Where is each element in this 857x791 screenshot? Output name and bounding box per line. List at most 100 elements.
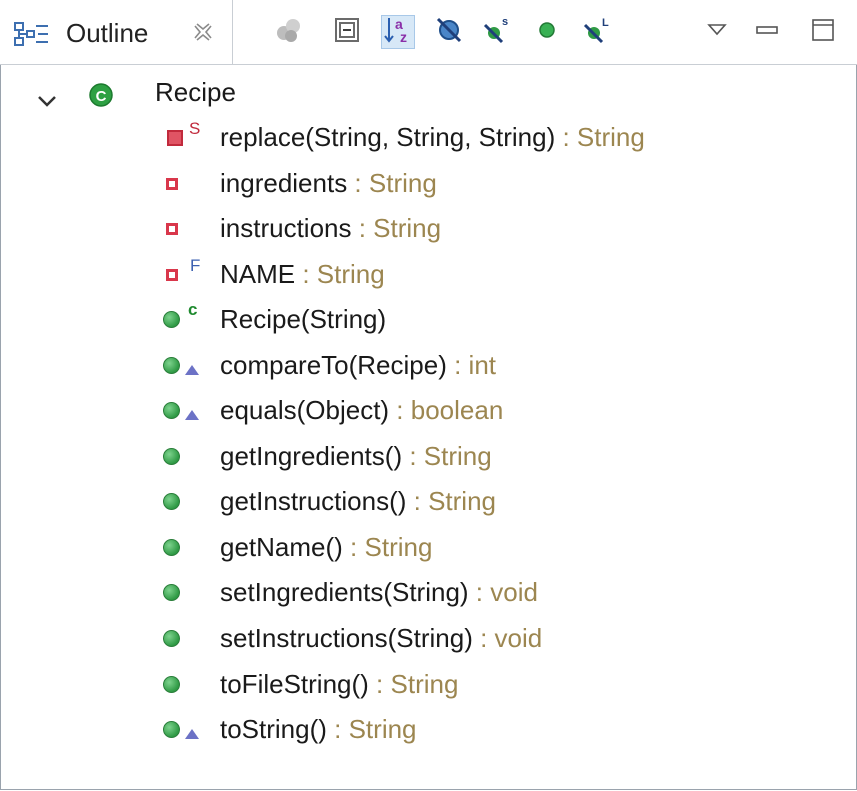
member-name: equals(Object) bbox=[220, 395, 390, 425]
member-separator: : bbox=[389, 395, 411, 425]
member-type: String bbox=[364, 532, 433, 562]
view-menu-button[interactable] bbox=[700, 15, 734, 49]
collapse-all-icon bbox=[333, 16, 361, 49]
public-method-icon bbox=[163, 584, 180, 601]
member-separator: : bbox=[347, 168, 369, 198]
public-method-icon bbox=[163, 448, 180, 465]
public-member-icon bbox=[537, 20, 557, 45]
member-separator: : bbox=[406, 486, 429, 516]
member-type: String bbox=[423, 441, 492, 471]
private-static-method-icon bbox=[167, 130, 183, 146]
public-method-icon bbox=[163, 630, 180, 647]
member-separator: : bbox=[446, 350, 469, 380]
override-icon bbox=[185, 365, 199, 375]
tree-item-constructor[interactable]: c Recipe(String) bbox=[0, 299, 857, 339]
public-method-icon bbox=[163, 493, 180, 510]
minimize-button[interactable] bbox=[750, 15, 784, 49]
public-method-icon bbox=[163, 676, 180, 693]
chevron-down-icon[interactable] bbox=[36, 82, 58, 122]
tree-item-equals[interactable]: equals(Object) : boolean bbox=[0, 390, 857, 430]
public-method-icon bbox=[163, 539, 180, 556]
tree-root-label: Recipe bbox=[155, 77, 236, 107]
outline-icon bbox=[14, 22, 50, 53]
final-badge: F bbox=[190, 256, 201, 275]
member-type: boolean bbox=[410, 395, 504, 425]
member-type: String bbox=[348, 714, 417, 744]
member-type: int bbox=[468, 350, 497, 380]
member-name: compareTo(Recipe) bbox=[220, 350, 447, 380]
constructor-badge: c bbox=[188, 300, 198, 319]
svg-text:s: s bbox=[502, 16, 508, 28]
hide-non-public-members-icon bbox=[275, 16, 303, 49]
member-separator: : bbox=[368, 669, 391, 699]
member-type: String bbox=[368, 168, 437, 198]
sort-alphabetically-button[interactable]: a z bbox=[381, 15, 415, 49]
tab-title: Outline bbox=[66, 18, 149, 48]
tree-item-name[interactable]: F NAME : String bbox=[0, 254, 857, 294]
public-method-icon bbox=[163, 357, 180, 374]
tree-item-instructions[interactable]: instructions : String bbox=[0, 208, 857, 248]
tree-item-tofilestring[interactable]: toFileString() : String bbox=[0, 664, 857, 704]
member-separator: : bbox=[326, 714, 349, 744]
member-type: String bbox=[576, 122, 645, 152]
tree-item-compareto[interactable]: compareTo(Recipe) : int bbox=[0, 345, 857, 385]
member-type: String bbox=[373, 213, 442, 243]
tree-item-ingredients[interactable]: ingredients : String bbox=[0, 163, 857, 203]
private-field-icon bbox=[166, 223, 178, 235]
override-icon bbox=[185, 729, 199, 739]
public-method-icon bbox=[163, 721, 180, 738]
member-name: setIngredients(String) bbox=[220, 577, 469, 607]
member-separator: : bbox=[342, 532, 365, 562]
member-name: getIngredients() bbox=[220, 441, 403, 471]
tree-item-setinstructions[interactable]: setInstructions(String) : void bbox=[0, 618, 857, 658]
svg-text:C: C bbox=[96, 88, 107, 105]
hide-fields-button[interactable] bbox=[432, 15, 466, 49]
member-name: replace(String, String, String) bbox=[220, 122, 556, 152]
member-name: getInstructions() bbox=[220, 486, 407, 516]
maximize-icon bbox=[811, 18, 835, 47]
member-name: setInstructions(String) bbox=[220, 623, 473, 653]
hide-non-public-button[interactable] bbox=[530, 15, 564, 49]
member-type: String bbox=[428, 486, 496, 516]
tree-item-getinstructions[interactable]: getInstructions() : String bbox=[0, 481, 857, 521]
close-icon[interactable] bbox=[192, 21, 214, 43]
hide-non-public-members-button[interactable] bbox=[272, 15, 306, 49]
hide-local-types-icon: L bbox=[582, 15, 612, 50]
tree-item-setingredients[interactable]: setIngredients(String) : void bbox=[0, 572, 857, 612]
member-name: toFileString() bbox=[220, 669, 369, 699]
private-final-field-icon bbox=[166, 269, 178, 281]
member-type: void bbox=[490, 577, 538, 607]
member-name: Recipe(String) bbox=[220, 304, 387, 334]
view-header: Outline a z s L bbox=[0, 0, 857, 65]
override-icon bbox=[185, 410, 199, 420]
hide-static-members-button[interactable]: s bbox=[480, 15, 514, 49]
member-type: void bbox=[494, 623, 543, 653]
class-icon: C bbox=[88, 79, 114, 119]
maximize-button[interactable] bbox=[806, 15, 840, 49]
member-type: String bbox=[316, 259, 385, 289]
tree-item-getname[interactable]: getName() : String bbox=[0, 527, 857, 567]
member-name: instructions bbox=[220, 213, 352, 243]
member-separator: : bbox=[472, 623, 495, 653]
member-name: NAME bbox=[220, 259, 296, 289]
collapse-all-button[interactable] bbox=[330, 15, 364, 49]
tree-item-tostring[interactable]: toString() : String bbox=[0, 709, 857, 749]
member-separator: : bbox=[468, 577, 491, 607]
hide-local-types-button[interactable]: L bbox=[580, 15, 614, 49]
member-separator: : bbox=[402, 441, 424, 471]
member-separator: : bbox=[295, 259, 317, 289]
svg-text:z: z bbox=[400, 29, 407, 45]
tree-item-replace[interactable]: S replace(String, String, String) : Stri… bbox=[0, 117, 857, 157]
member-name: toString() bbox=[220, 714, 327, 744]
member-name: ingredients bbox=[220, 168, 348, 198]
member-name: getName() bbox=[220, 532, 343, 562]
hide-static-members-icon: s bbox=[482, 15, 512, 50]
tree-item-getingredients[interactable]: getIngredients() : String bbox=[0, 436, 857, 476]
svg-text:L: L bbox=[602, 17, 609, 29]
hide-fields-icon bbox=[434, 15, 464, 50]
private-field-icon bbox=[166, 178, 178, 190]
tab-outline[interactable]: Outline bbox=[0, 0, 233, 64]
sort-alphabetically-icon: a z bbox=[383, 15, 413, 50]
tree-root[interactable]: C Recipe bbox=[0, 72, 857, 112]
member-separator: : bbox=[351, 213, 374, 243]
